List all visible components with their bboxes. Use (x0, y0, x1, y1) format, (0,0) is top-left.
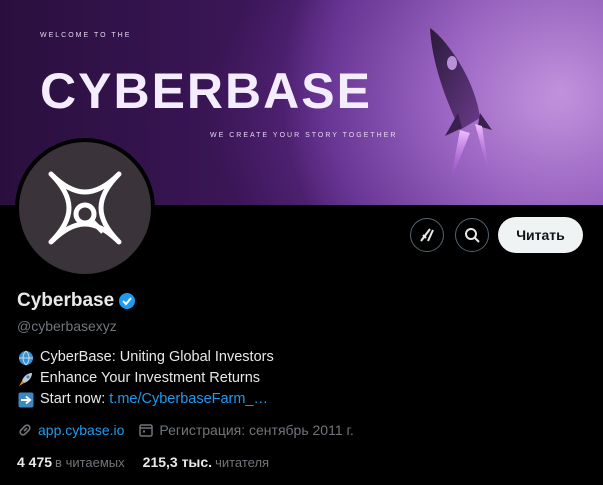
calendar-icon (138, 422, 154, 438)
following-count: 4 475 (17, 454, 53, 470)
bio-line: Start now: t.me/CyberbaseFarm_… (17, 389, 274, 410)
bio-line: CyberBase: Uniting Global Investors (17, 347, 274, 368)
bio-line: Enhance Your Investment Returns (17, 368, 274, 389)
avatar[interactable] (15, 138, 155, 278)
joined-item: Регистрация: сентябрь 2011 г. (138, 422, 354, 438)
following-label: в читаемых (55, 455, 125, 470)
grok-icon (420, 228, 434, 242)
search-button[interactable] (455, 218, 489, 252)
arrow-right-icon (17, 391, 34, 408)
profile-stats: 4 475 в читаемых 215,3 тыс. читателя (17, 454, 287, 470)
followers-count: 215,3 тыс. (142, 454, 213, 470)
rocket-icon (17, 370, 34, 387)
globe-icon (17, 349, 34, 366)
link-icon (17, 422, 33, 438)
banner-title: CYBERBASE (40, 63, 372, 119)
grok-button[interactable] (410, 218, 444, 252)
website-link[interactable]: app.cybase.io (38, 422, 124, 438)
search-icon (465, 228, 480, 243)
profile-name-row: Cyberbase (17, 290, 136, 312)
bio-text: Enhance Your Investment Returns (40, 370, 261, 386)
profile-name: Cyberbase (17, 290, 115, 311)
profile-meta: app.cybase.io Регистрация: сентябрь 2011… (17, 422, 368, 438)
verified-badge-icon[interactable] (118, 292, 136, 310)
followers-stat[interactable]: 215,3 тыс. читателя (143, 454, 269, 470)
followers-label: читателя (215, 455, 270, 470)
bio-text: Start now: (40, 391, 106, 407)
follow-button[interactable]: Читать (498, 217, 583, 253)
banner-tagline: WE CREATE YOUR STORY TOGETHER (210, 132, 398, 139)
telegram-link[interactable]: t.me/CyberbaseFarm_… (109, 389, 268, 410)
cyberbase-logo-icon (48, 171, 122, 245)
bio-text: CyberBase: Uniting Global Investors (40, 349, 274, 365)
rocket-graphic (430, 28, 492, 183)
following-stat[interactable]: 4 475 в читаемых (17, 454, 125, 470)
profile-bio: CyberBase: Uniting Global Investors Enha… (17, 347, 274, 410)
website-item[interactable]: app.cybase.io (17, 422, 124, 438)
profile-handle: @cyberbasexyz (17, 318, 117, 334)
banner-welcome-text: WELCOME TO THE (40, 32, 132, 39)
joined-date: Регистрация: сентябрь 2011 г. (159, 422, 354, 438)
